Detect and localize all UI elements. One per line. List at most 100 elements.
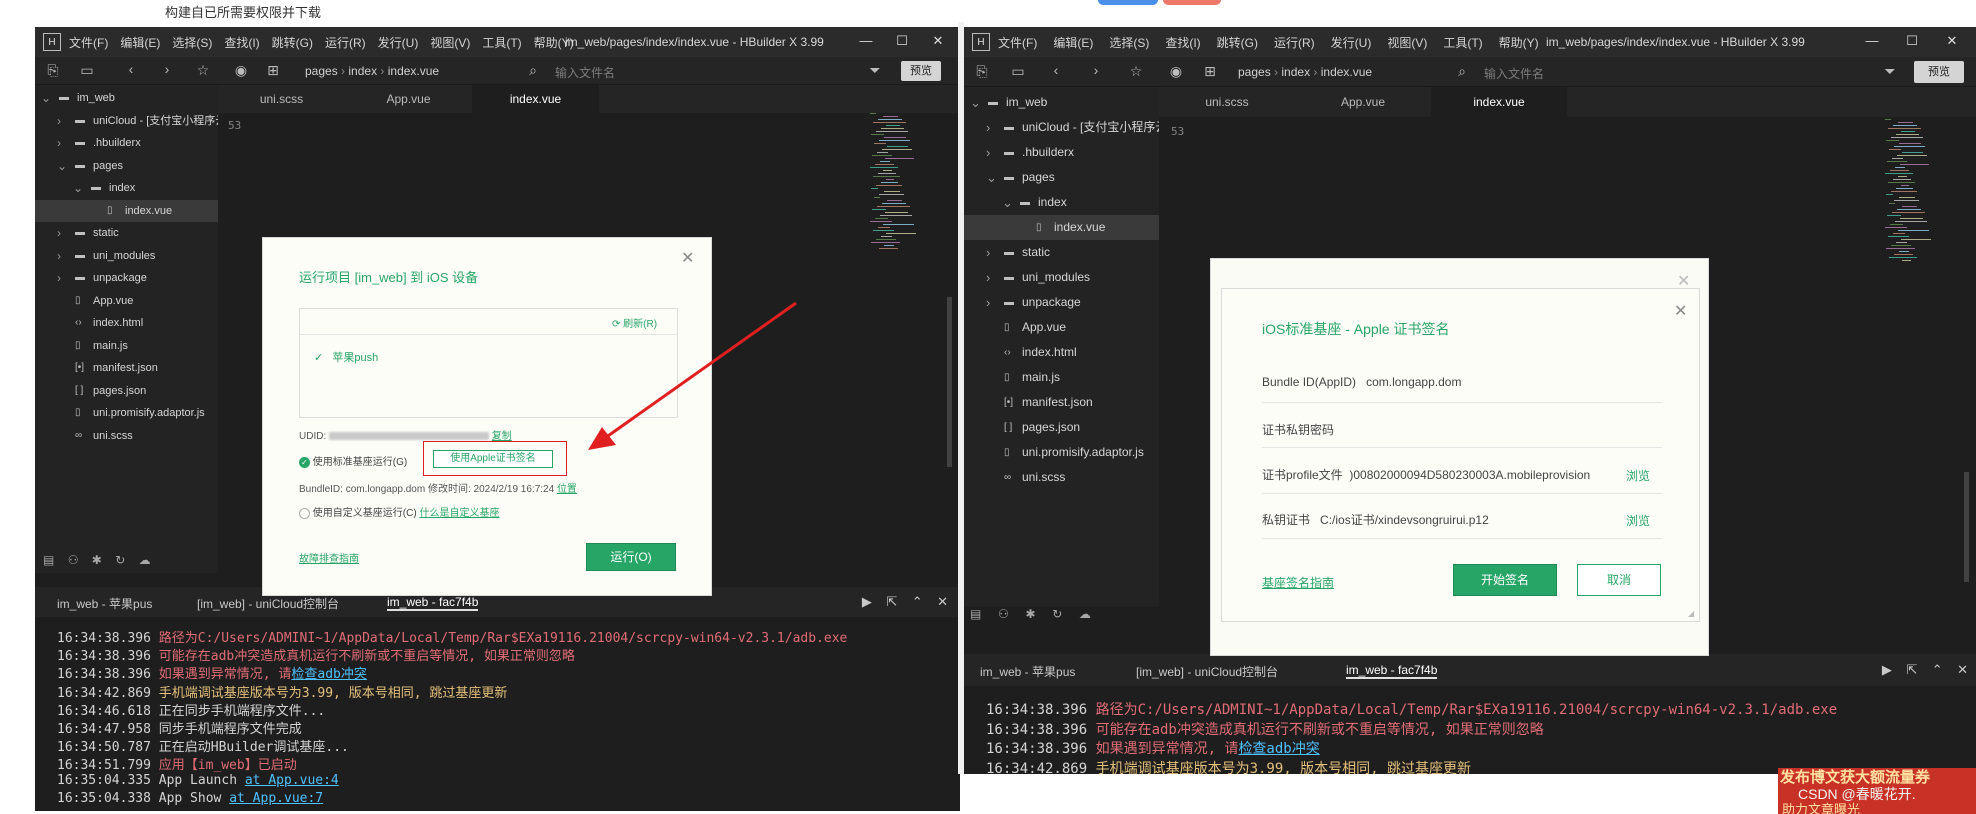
menu-item[interactable]: 工具(T)	[1443, 36, 1482, 50]
console-tab[interactable]: [im_web] - uniCloud控制台	[1136, 663, 1278, 680]
location-link[interactable]: 位置	[557, 484, 577, 495]
export-icon[interactable]: ⇱	[1906, 662, 1917, 677]
chevron-right-icon[interactable]: ›	[986, 140, 990, 165]
breadcrumb-item[interactable]: index	[1281, 65, 1310, 79]
menu-item[interactable]: 发行(U)	[378, 36, 419, 50]
profile-browse-button[interactable]: 浏览	[1626, 467, 1650, 484]
tree-item[interactable]: ▯ index.vue	[35, 199, 218, 222]
chevron-down-icon[interactable]: ⌄	[1002, 190, 1013, 215]
export-icon[interactable]: ⇱	[886, 594, 897, 609]
console-tab[interactable]: [im_web] - uniCloud控制台	[197, 595, 339, 612]
menu-item[interactable]: 选择(S)	[1109, 36, 1149, 50]
forward-icon[interactable]: ›	[1086, 62, 1106, 78]
chevron-down-icon[interactable]: ⌄	[57, 155, 67, 178]
menu-item[interactable]: 查找(I)	[224, 36, 259, 50]
file-search-input[interactable]: 输入文件名	[1484, 65, 1544, 82]
save-icon[interactable]: ▭	[77, 62, 97, 79]
breadcrumb-item[interactable]: pages	[305, 64, 338, 78]
menu-item[interactable]: 视图(V)	[430, 36, 470, 50]
bookmark-icon[interactable]: ☆	[1126, 63, 1146, 80]
tree-item[interactable]: ⌄ ▬ im_web	[964, 90, 1159, 115]
start-sign-button[interactable]: 开始签名	[1453, 564, 1557, 596]
maximize-button[interactable]: ☐	[1894, 33, 1930, 49]
vertical-scrollbar[interactable]	[1964, 472, 1969, 582]
resize-grip-icon[interactable]: ◢	[1688, 609, 1694, 618]
preview-button[interactable]: 预览	[1914, 61, 1964, 83]
tab-index-vue[interactable]: index.vue	[1431, 87, 1567, 117]
chevron-right-icon[interactable]: ›	[57, 222, 61, 245]
log-link[interactable]: at App.vue:7	[229, 791, 323, 806]
menu-item[interactable]: 运行(R)	[1274, 36, 1315, 50]
chevron-down-icon[interactable]: ⌄	[41, 87, 51, 110]
tree-item[interactable]: › ▬ .hbuilderx	[35, 132, 218, 155]
menu-item[interactable]: 发行(U)	[1331, 36, 1372, 50]
tree-item[interactable]: ‹› index.html	[964, 340, 1159, 365]
chevron-right-icon[interactable]: ›	[986, 265, 990, 290]
close-button[interactable]: ✕	[920, 33, 956, 49]
vertical-scrollbar[interactable]	[947, 297, 952, 467]
chevron-right-icon[interactable]: ›	[57, 132, 61, 155]
tree-item[interactable]: › ▬ static	[964, 240, 1159, 265]
collapse-icon[interactable]: ⌃	[1932, 662, 1943, 677]
tree-item[interactable]: ▯ main.js	[964, 365, 1159, 390]
custom-base-radio[interactable]: 使用自定义基座运行(C) 什么是自定义基座	[299, 504, 499, 519]
chevron-right-icon[interactable]: ›	[57, 267, 61, 290]
tree-item[interactable]: ▯ index.vue	[964, 215, 1159, 240]
filter-icon[interactable]: ⏷	[1880, 63, 1900, 80]
chevron-down-icon[interactable]: ⌄	[73, 177, 83, 200]
back-icon[interactable]: ‹	[1046, 62, 1066, 78]
menu-item[interactable]: 视图(V)	[1387, 36, 1427, 50]
menu-item[interactable]: 跳转(G)	[1217, 36, 1258, 50]
clear-icon[interactable]: ✕	[1957, 662, 1968, 677]
tree-item[interactable]: ▯ App.vue	[964, 315, 1159, 340]
tree-item[interactable]: › ▬ static	[35, 222, 218, 245]
tree-item[interactable]: › ▬ uniCloud - [支付宝小程序云]	[35, 110, 218, 133]
console-tab[interactable]: im_web - 苹果pus	[57, 595, 152, 612]
cancel-button[interactable]: 取消	[1577, 564, 1661, 596]
tree-item[interactable]: ∞ uni.scss	[964, 465, 1159, 490]
tree-item[interactable]: ‹› index.html	[35, 312, 218, 335]
minimize-button[interactable]: —	[1854, 33, 1890, 48]
close-icon[interactable]: ✕	[1674, 301, 1687, 321]
breadcrumb-item[interactable]: index	[348, 64, 377, 78]
new-file-icon[interactable]: ⎘	[43, 62, 63, 79]
debug-icon[interactable]: ✱	[92, 553, 102, 567]
private-key-value[interactable]: C:/ios证书/xindevsongruirui.p12	[1320, 513, 1489, 527]
console-tab[interactable]: im_web - fac7f4b	[387, 595, 479, 611]
what-custom-link[interactable]: 什么是自定义基座	[419, 508, 499, 519]
log-link[interactable]: 检查adb冲突	[1238, 741, 1319, 757]
tree-item[interactable]: ⌄ ▬ index	[35, 177, 218, 200]
profile-value[interactable]: )00802000094D580230003A.mobileprovision	[1349, 468, 1590, 482]
log-link[interactable]: at App.vue:4	[245, 773, 339, 788]
menu-item[interactable]: 文件(F)	[998, 36, 1037, 50]
menu-item[interactable]: 编辑(E)	[1053, 36, 1093, 50]
breadcrumb[interactable]: pages › index › index.vue	[1238, 65, 1372, 79]
collapse-icon[interactable]: ⌃	[912, 594, 923, 609]
sync-icon[interactable]: ↻	[115, 553, 125, 567]
tree-item[interactable]: › ▬ unpackage	[964, 290, 1159, 315]
run-icon[interactable]: ◉	[231, 62, 251, 79]
tree-item[interactable]: ∞ uni.scss	[35, 425, 218, 448]
tree-item[interactable]: ⌄ ▬ pages	[35, 155, 218, 178]
file-search-input[interactable]: 输入文件名	[555, 64, 615, 81]
tree-item[interactable]: › ▬ .hbuilderx	[964, 140, 1159, 165]
menu-item[interactable]: 文件(F)	[69, 36, 108, 50]
tree-item[interactable]: › ▬ uni_modules	[35, 245, 218, 268]
menu-item[interactable]: 编辑(E)	[120, 36, 160, 50]
tab-uni-scss[interactable]: uni.scss	[1159, 87, 1295, 117]
tree-item[interactable]: › ▬ uniCloud - [支付宝小程序云]	[964, 115, 1159, 140]
chevron-right-icon[interactable]: ›	[986, 240, 990, 265]
save-icon[interactable]: ▭	[1008, 63, 1028, 80]
key-browse-button[interactable]: 浏览	[1626, 512, 1650, 529]
tab-App-vue[interactable]: App.vue	[1295, 87, 1431, 117]
tree-item[interactable]: [•] manifest.json	[964, 390, 1159, 415]
run-button[interactable]: 运行(O)	[586, 543, 676, 571]
chevron-down-icon[interactable]: ⌄	[970, 90, 981, 115]
debug-icon[interactable]: ✱	[1025, 607, 1035, 621]
breadcrumb-item[interactable]: index.vue	[1321, 65, 1372, 79]
console-tab[interactable]: im_web - 苹果pus	[980, 663, 1075, 680]
menu-item[interactable]: 跳转(G)	[272, 36, 313, 50]
tree-item[interactable]: ▯ main.js	[35, 335, 218, 358]
console-tab[interactable]: im_web - fac7f4b	[1346, 663, 1438, 679]
sync-icon[interactable]: ↻	[1052, 607, 1062, 621]
